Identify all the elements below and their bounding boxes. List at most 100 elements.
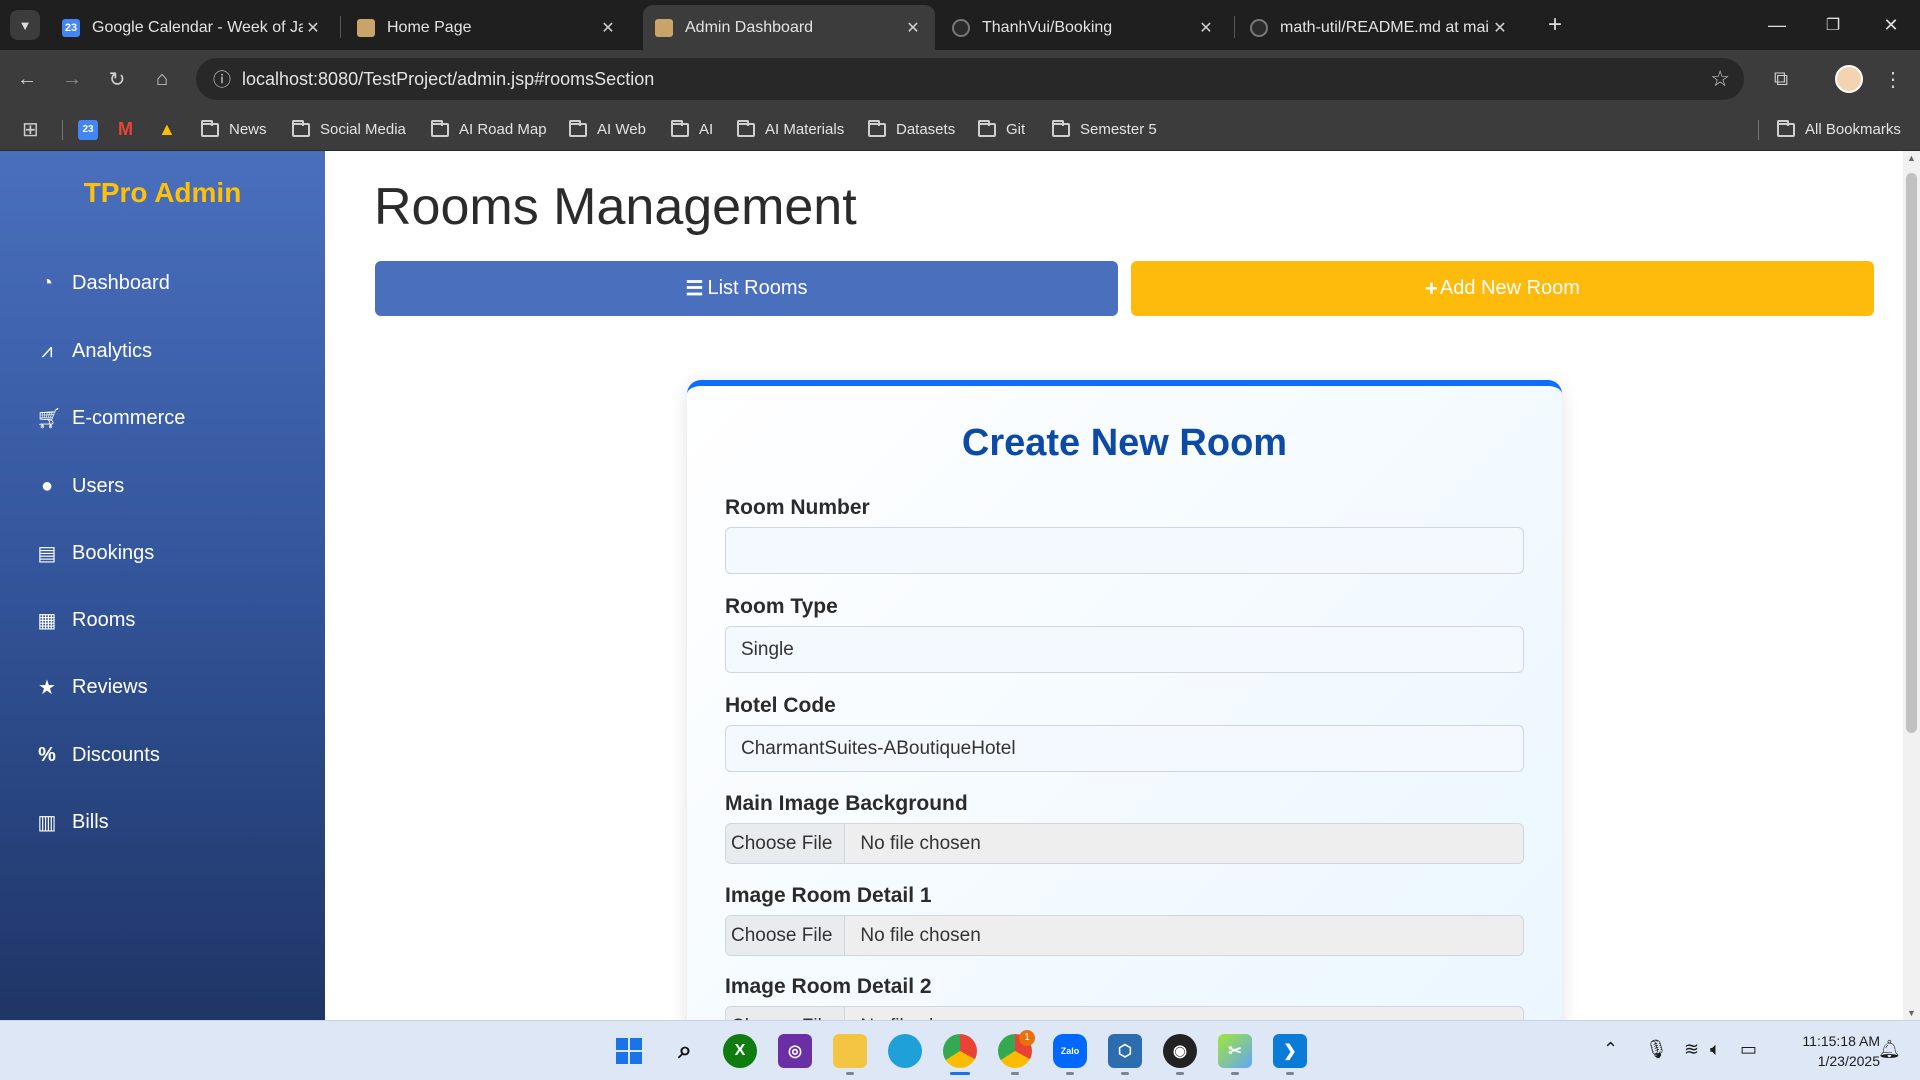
forward-icon[interactable]: → — [55, 62, 89, 96]
sidebar-item-ecommerce[interactable]: 🛒︎ E-commerce — [36, 398, 185, 438]
site-info-icon[interactable]: ⓘ — [202, 66, 242, 92]
all-bookmarks[interactable]: All Bookmarks — [1777, 108, 1901, 151]
chrome-icon[interactable] — [943, 1034, 977, 1068]
bookmark-ai-road-map[interactable]: AI Road Map — [431, 108, 547, 151]
tab-github-booking[interactable]: ThanhVui/Booking ✕ — [940, 5, 1228, 50]
choose-file-button[interactable]: Choose File — [726, 916, 846, 955]
menu-icon[interactable]: ⋮ — [1876, 62, 1910, 96]
close-icon[interactable]: ✕ — [303, 18, 323, 38]
list-rooms-button[interactable]: ☰ List Rooms — [375, 261, 1118, 316]
sidebar-item-analytics[interactable]: ⩘ Analytics — [36, 331, 152, 371]
close-icon[interactable]: ✕ — [903, 18, 923, 38]
wifi-icon[interactable]: ≋ — [1684, 1039, 1699, 1060]
tab-home-page[interactable]: Home Page ✕ — [345, 5, 630, 50]
system-clock[interactable]: 11:15:18 AM 1/23/2025 — [1770, 1031, 1880, 1071]
notification-bell-icon[interactable]: 🔔︎ — [1878, 1039, 1901, 1060]
detail2-image-file-input[interactable]: Choose File No file chosen — [725, 1006, 1524, 1020]
bookmark-ai-web[interactable]: AI Web — [569, 108, 646, 151]
restore-button[interactable]: ❐ — [1818, 10, 1848, 40]
close-icon[interactable]: ✕ — [1196, 18, 1216, 38]
app-icon[interactable]: ◎ — [778, 1034, 812, 1068]
close-window-button[interactable]: ✕ — [1876, 10, 1906, 40]
snipping-tool-icon[interactable]: ✂ — [1218, 1034, 1252, 1068]
google-calendar-bookmark[interactable]: 23 — [78, 108, 98, 151]
room-number-input[interactable] — [725, 527, 1524, 574]
bookmark-label: Semester 5 — [1080, 121, 1157, 138]
file-status: No file chosen — [860, 924, 981, 946]
sidebar-item-bills[interactable]: ▥ Bills — [36, 802, 109, 842]
bookmark-star-icon[interactable]: ☆ — [1710, 66, 1730, 92]
tab-admin-dashboard[interactable]: Admin Dashboard ✕ — [643, 5, 935, 50]
percent-icon: % — [38, 743, 56, 766]
extensions-icon[interactable]: ⧉ — [1764, 62, 1798, 96]
hotel-code-input[interactable]: CharmantSuites-ABoutiqueHotel — [725, 725, 1524, 772]
tab-title: math-util/README.md at main — [1280, 18, 1490, 36]
sidebar-item-discounts[interactable]: % Discounts — [36, 735, 160, 775]
sidebar-item-users[interactable]: ● Users — [36, 466, 124, 506]
microphone-icon[interactable]: 🎙︎ — [1645, 1039, 1668, 1060]
room-type-input[interactable]: Single — [725, 626, 1524, 673]
reload-icon[interactable]: ↻ — [100, 62, 134, 96]
google-drive-bookmark[interactable]: ▲ — [158, 108, 176, 151]
scrollbar-thumb[interactable] — [1906, 173, 1917, 733]
virtualbox-icon[interactable]: ⬡ — [1108, 1034, 1142, 1068]
detail1-image-file-input[interactable]: Choose File No file chosen — [725, 915, 1524, 956]
form-title: Create New Room — [961, 422, 1288, 464]
search-icon[interactable]: ⌕ — [668, 1034, 702, 1068]
volume-icon[interactable]: 🔈︎ — [1710, 1039, 1721, 1060]
tab-search-button[interactable]: ▼ — [10, 10, 40, 40]
sidebar-item-reviews[interactable]: ★ Reviews — [36, 667, 148, 707]
page-scrollbar[interactable]: ▲ ▼ — [1903, 151, 1920, 1020]
back-icon[interactable]: ← — [10, 62, 44, 96]
sidebar-item-rooms[interactable]: ▦ Rooms — [36, 600, 136, 640]
address-text[interactable]: localhost:8080/TestProject/admin.jsp#roo… — [242, 69, 654, 90]
tab-title: Home Page — [387, 18, 472, 36]
scroll-down-arrow[interactable]: ▼ — [1903, 1008, 1920, 1018]
scroll-up-arrow[interactable]: ▲ — [1903, 153, 1920, 163]
xbox-icon[interactable]: X — [723, 1034, 757, 1068]
bookmark-label: AI Materials — [765, 121, 845, 138]
tab-google-calendar[interactable]: 23 Google Calendar - Week of Janu ✕ — [50, 5, 335, 50]
bookmark-label: AI Road Map — [459, 121, 547, 138]
running-indicator — [1121, 1072, 1129, 1075]
admin-sidebar: TPro Admin ◔ Dashboard ⩘ Analytics 🛒︎ E-com… — [0, 151, 325, 1020]
close-icon[interactable]: ✕ — [598, 18, 618, 38]
profile-avatar[interactable] — [1835, 65, 1863, 93]
apps-icon[interactable]: ⊞ — [22, 108, 39, 151]
zalo-icon[interactable]: Zalo — [1053, 1034, 1087, 1068]
add-new-room-button[interactable]: + Add New Room — [1131, 261, 1874, 316]
close-icon[interactable]: ✕ — [1490, 18, 1510, 38]
new-tab-button[interactable]: + — [1540, 10, 1570, 40]
room-number-label: Room Number — [725, 496, 870, 519]
obs-icon[interactable]: ◉ — [1163, 1034, 1197, 1068]
bookmark-datasets[interactable]: Datasets — [868, 108, 955, 151]
windows-start-icon[interactable] — [612, 1034, 646, 1068]
home-icon[interactable]: ⌂ — [145, 62, 179, 96]
browser-tab-strip: ▼ 23 Google Calendar - Week of Janu ✕ Ho… — [0, 0, 1920, 50]
chevron-up-icon[interactable]: ⌃ — [1603, 1039, 1618, 1060]
minimize-button[interactable]: — — [1762, 10, 1792, 40]
book-icon: ▤ — [37, 542, 57, 565]
bookmark-git[interactable]: Git — [978, 108, 1025, 151]
browser-toolbar: ← → ↻ ⌂ ⓘ localhost:8080/TestProject/adm… — [0, 50, 1920, 108]
bookmark-ai[interactable]: AI — [671, 108, 713, 151]
clock-time: 11:15:18 AM — [1802, 1033, 1880, 1049]
main-image-file-input[interactable]: Choose File No file chosen — [725, 823, 1524, 864]
choose-file-button[interactable]: Choose File — [726, 824, 846, 863]
tab-github-readme[interactable]: math-util/README.md at main ✕ — [1238, 5, 1522, 50]
choose-file-button[interactable]: Choose File — [726, 1007, 846, 1020]
running-indicator — [1231, 1072, 1239, 1075]
windows-taskbar: ⌕ X ◎ 1 Zalo ⬡ ◉ ✂ ❯ ⌃ 🎙︎ ≋ 🔈︎ ▭ 11:15:1… — [0, 1020, 1920, 1080]
file-explorer-icon[interactable] — [833, 1034, 867, 1068]
battery-icon[interactable]: ▭ — [1740, 1039, 1757, 1060]
gmail-bookmark[interactable]: M — [118, 108, 133, 151]
edge-icon[interactable] — [888, 1034, 922, 1068]
sidebar-item-dashboard[interactable]: ◔ Dashboard — [36, 263, 170, 303]
vscode-icon[interactable]: ❯ — [1273, 1034, 1307, 1068]
bookmark-ai-materials[interactable]: AI Materials — [737, 108, 844, 151]
bookmark-social-media[interactable]: Social Media — [292, 108, 406, 151]
sidebar-item-bookings[interactable]: ▤ Bookings — [36, 533, 155, 573]
bookmark-news[interactable]: News — [201, 108, 267, 151]
bookmark-semester-5[interactable]: Semester 5 — [1052, 108, 1157, 151]
address-bar[interactable]: ⓘ localhost:8080/TestProject/admin.jsp#r… — [196, 58, 1744, 100]
